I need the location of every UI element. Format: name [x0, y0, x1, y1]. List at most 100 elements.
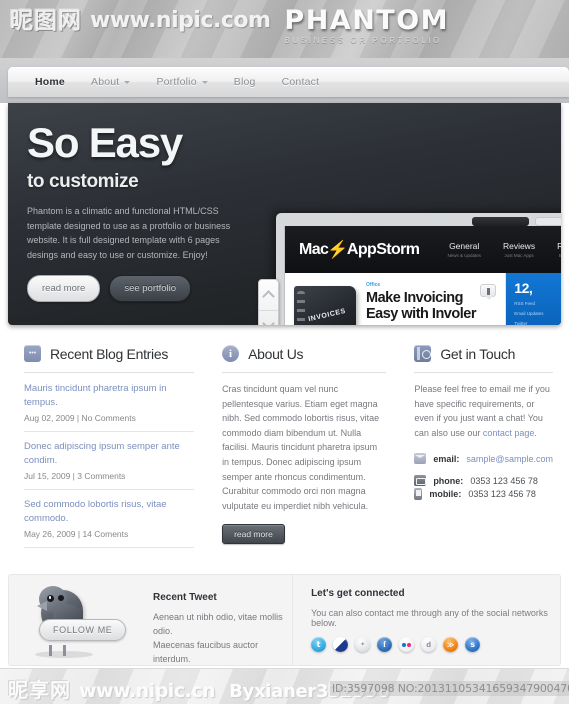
list-item: Donec adipiscing ipsum semper ante condi…	[24, 440, 194, 481]
mail-icon	[414, 453, 427, 465]
nav-item-contact-label: Contact	[281, 76, 320, 88]
digg-icon[interactable]: d	[421, 637, 437, 652]
content-columns: Recent Blog Entries Mauris tincidunt pha…	[8, 345, 561, 556]
stumbleupon-icon[interactable]: s	[465, 637, 481, 652]
follow-me-button[interactable]: FOLLOW ME	[39, 619, 127, 641]
lastfm-icon[interactable]: ✦	[355, 637, 371, 652]
mas-nav-roundups-sub: Best of the	[557, 253, 561, 258]
rss-icon[interactable]: ≫	[443, 637, 459, 652]
nav-item-blog[interactable]: Blog	[221, 67, 269, 97]
facebook-icon[interactable]: f	[377, 637, 393, 652]
address-book-icon	[414, 345, 432, 362]
nav-item-about[interactable]: About	[78, 67, 143, 97]
mas-sidebar: 12, RSS Feed Email Updates Twitter Your …	[506, 273, 561, 325]
phone-value: 0353 123 456 78	[470, 475, 538, 486]
see-portfolio-button[interactable]: see portfolio	[109, 275, 192, 302]
nav-item-about-label: About	[90, 76, 120, 88]
mobile-value: 0353 123 456 78	[468, 489, 536, 500]
hero-copy: So Easy to customize Phantom is a climat…	[27, 119, 272, 302]
get-in-touch-column: Get in Touch Please feel free to email m…	[400, 345, 561, 556]
hero-heading: So Easy	[27, 119, 183, 166]
mobile-label: mobile:	[429, 489, 462, 500]
recent-tweet-text: Recent Tweet Aenean ut nibh odio, vitae …	[153, 586, 292, 679]
blog-entry-link[interactable]: Donec adipiscing ipsum semper ante condi…	[24, 440, 194, 468]
bolt-icon: ⚡	[327, 239, 348, 259]
email-label: email:	[433, 453, 460, 464]
mas-nav-roundups[interactable]: Round Best of the	[557, 241, 561, 258]
page-root: 昵图网 www.nipic.com PHANTOM BUSINESS OR PO…	[0, 0, 569, 704]
mobile-row: mobile: 0353 123 456 78	[414, 488, 553, 501]
social-title: Let's get connected	[311, 588, 405, 599]
carousel-down-button[interactable]	[259, 309, 278, 325]
watermark-cn-text: 昵图网	[10, 8, 82, 34]
comment-icon	[24, 345, 41, 362]
sidebar-link-twitter[interactable]: Twitter	[514, 321, 561, 325]
mas-article: INVOICES Office Make Invoicing Easy with…	[285, 273, 507, 325]
blog-entry-link[interactable]: Mauris tincidunt pharetra ipsum in tempu…	[24, 382, 194, 410]
tweet-line-1: Aenean ut nibh odio, vitae mollis odio.	[153, 612, 283, 636]
sidebar-link-rss[interactable]: RSS Feed	[514, 301, 561, 306]
bottom-watermark-url: www.nipic.cn	[79, 680, 216, 702]
macappstorm-header: Mac ⚡ AppStorm General News & Updates Re…	[285, 226, 561, 273]
nav-item-portfolio[interactable]: Portfolio	[143, 67, 220, 97]
mas-nav-general[interactable]: General News & Updates	[447, 241, 481, 258]
twitter-icon[interactable]: t	[311, 637, 327, 652]
hero-subheading: to customize	[27, 171, 139, 192]
blog-entry-link[interactable]: Sed commodo lobortis risus, vitae commod…	[24, 498, 194, 526]
nav-item-portfolio-label: Portfolio	[156, 76, 197, 88]
top-watermark-bar: 昵图网 www.nipic.com PHANTOM BUSINESS OR PO…	[0, 0, 569, 58]
divider	[24, 431, 195, 432]
contact-page-link[interactable]: contact page	[483, 428, 535, 438]
macappstorm-logo-part1: Mac	[299, 240, 329, 258]
comment-count-icon	[480, 284, 497, 300]
get-in-touch-header: Get in Touch	[414, 345, 553, 362]
recent-tweet-title: Recent Tweet	[153, 592, 217, 603]
mobile-icon	[414, 488, 423, 501]
article-category: Office	[366, 282, 381, 288]
nav-item-home[interactable]: Home	[22, 67, 78, 97]
hero-buttons: read more see portfolio	[27, 275, 272, 302]
chevron-down-icon	[262, 317, 275, 325]
recent-tweet-section: FOLLOW ME Recent Tweet Aenean ut nibh od…	[9, 575, 292, 679]
email-row: email: sample@sample.com	[414, 453, 553, 465]
about-us-body: Cras tincidunt quam vel nunc pellentesqu…	[222, 384, 380, 511]
divider	[222, 372, 387, 373]
about-us-header: About Us	[222, 345, 386, 362]
blog-entry-meta: Jul 15, 2009 | 3 Comments	[24, 471, 126, 481]
subscriber-count: 12,	[514, 280, 533, 296]
blog-entry-meta: May 26, 2009 | 14 Coments	[24, 529, 129, 539]
read-more-button[interactable]: read more	[27, 275, 101, 302]
info-icon	[222, 345, 240, 362]
phone-row: phone: 0353 123 456 78	[414, 475, 553, 487]
list-item: Sed commodo lobortis risus, vitae commod…	[24, 498, 194, 539]
nav-item-blog-label: Blog	[233, 76, 256, 88]
recent-blog-title: Recent Blog Entries	[50, 345, 169, 362]
mas-nav-reviews[interactable]: Reviews Just Mac Apps	[503, 241, 535, 258]
sidebar-link-email[interactable]: Email Updates	[514, 311, 561, 316]
phantom-logo-tagline: BUSINESS OR PORTFOLIO	[284, 36, 442, 45]
email-value[interactable]: sample@sample.com	[466, 454, 553, 464]
about-us-column: About Us Cras tincidunt quam vel nunc pe…	[208, 345, 400, 556]
chrome-pill-light	[534, 216, 561, 226]
macappstorm-logo-part2: AppStorm	[346, 240, 420, 258]
recent-blog-header: Recent Blog Entries	[24, 345, 194, 362]
mas-nav-general-title: General	[449, 241, 480, 251]
chrome-pill-dark	[472, 216, 529, 226]
phantom-logo: PHANTOM BUSINESS OR PORTFOLIO	[284, 6, 449, 45]
about-read-more-button[interactable]: read more	[222, 524, 285, 545]
divider	[414, 372, 553, 373]
carousel-up-button[interactable]	[259, 280, 278, 310]
chevron-down-icon	[124, 80, 131, 84]
flickr-icon[interactable]	[399, 637, 415, 652]
divider	[24, 489, 195, 490]
article-title: Make Invoicing Easy with Involer	[366, 290, 476, 322]
delicious-icon[interactable]	[333, 637, 349, 652]
tweet-line-2: Maecenas faucibus auctor interdum.	[153, 640, 259, 664]
main-nav-wrapper: Home About Portfolio Blog Contact	[0, 58, 569, 103]
hero-carousel-nav	[258, 279, 279, 325]
mas-nav-general-sub: News & Updates	[447, 253, 481, 258]
divider	[24, 547, 195, 548]
get-in-touch-body: Please feel free to email me if you have…	[414, 382, 553, 440]
chevron-up-icon	[262, 289, 275, 303]
nav-item-contact[interactable]: Contact	[269, 67, 333, 97]
